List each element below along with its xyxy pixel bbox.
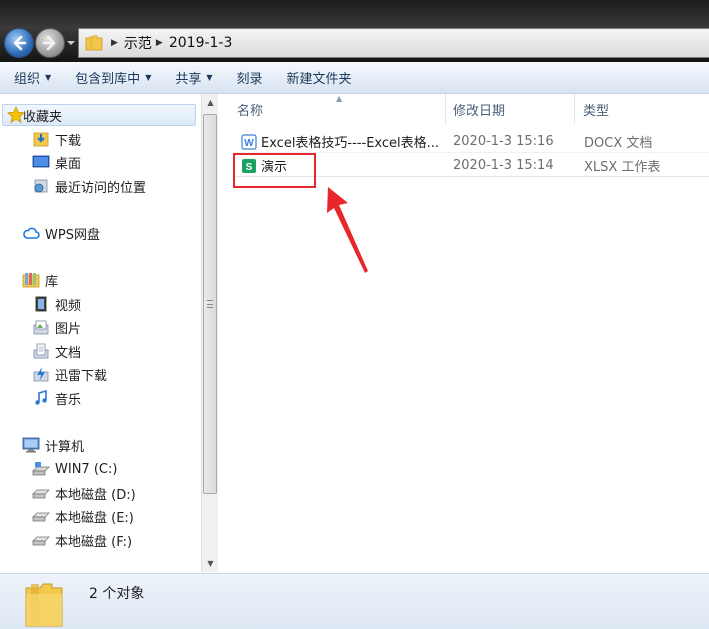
file-date: 2020-1-3 15:14 — [453, 158, 554, 173]
command-toolbar: 组织 ▼ 包含到库中 ▼ 共享 ▼ 刻录 新建文件夹 — [0, 62, 709, 94]
column-header-label: 名称 — [237, 103, 264, 119]
new-folder-label: 新建文件夹 — [286, 72, 352, 87]
nav-item-drive-f[interactable]: 本地磁盘 (F:) — [32, 529, 132, 551]
nav-item-videos[interactable]: 视频 — [32, 293, 81, 315]
nav-label: 下载 — [55, 133, 82, 149]
video-library-icon — [35, 296, 47, 312]
column-header-type[interactable]: 类型 — [577, 94, 709, 124]
cloud-icon — [23, 227, 40, 239]
nav-item-downloads[interactable]: 下载 — [32, 128, 81, 150]
nav-label: 库 — [45, 274, 59, 290]
arrow-right-icon — [42, 35, 56, 51]
nav-item-drive-d[interactable]: 本地磁盘 (D:) — [32, 482, 136, 504]
item-count: 2 个对象 — [89, 586, 145, 602]
nav-item-recent-places[interactable]: 最近访问的位置 — [32, 175, 146, 197]
scroll-up-icon[interactable]: ▲ — [202, 94, 219, 111]
address-bar-area: ▶ 示范 ▶ 2019-1-3 — [0, 0, 709, 62]
nav-item-documents[interactable]: 文档 — [32, 340, 81, 362]
breadcrumb-item-demo[interactable]: 示范 — [124, 33, 152, 53]
hard-drive-icon — [32, 512, 50, 522]
nav-label: 收藏夹 — [23, 109, 63, 125]
scroll-down-icon[interactable]: ▼ — [202, 555, 219, 572]
breadcrumb-item-date[interactable]: 2019-1-3 — [169, 35, 233, 51]
nav-item-computer[interactable]: 计算机 — [22, 434, 84, 456]
burn-label: 刻录 — [236, 72, 263, 87]
file-type: XLSX 工作表 — [584, 160, 661, 175]
organize-label: 组织 — [14, 72, 41, 87]
nav-item-pictures[interactable]: 图片 — [32, 316, 81, 338]
nav-label: 图片 — [55, 321, 82, 337]
nav-item-wps-cloud[interactable]: WPS网盘 — [22, 222, 100, 244]
nav-label: 音乐 — [55, 392, 82, 408]
library-icon — [22, 273, 40, 288]
download-folder-icon — [33, 132, 49, 147]
annotation-highlight-box — [233, 153, 316, 188]
breadcrumb-separator-icon[interactable]: ▶ — [156, 38, 163, 48]
music-library-icon — [35, 389, 47, 405]
folder-icon — [25, 583, 63, 627]
chevron-down-icon: ▼ — [45, 73, 52, 82]
back-button[interactable] — [4, 28, 34, 58]
system-drive-icon — [32, 462, 50, 476]
table-row[interactable]: W Excel表格技巧----Excel表格... 2020-1-3 15:16… — [233, 131, 709, 153]
recent-places-icon — [34, 179, 48, 193]
nav-item-desktop[interactable]: 桌面 — [32, 151, 81, 173]
hard-drive-icon — [32, 489, 50, 499]
documents-library-icon — [33, 343, 49, 359]
include-in-library-button[interactable]: 包含到库中 ▼ — [75, 68, 151, 87]
column-header-name[interactable]: 名称 — [231, 94, 446, 124]
wps-writer-icon: W — [241, 133, 257, 150]
burn-button[interactable]: 刻录 — [237, 68, 263, 87]
column-header-label: 修改日期 — [453, 103, 506, 119]
file-date: 2020-1-3 15:16 — [453, 134, 554, 149]
status-bar: 2 个对象 — [0, 573, 709, 629]
pictures-library-icon — [33, 320, 49, 335]
address-box[interactable]: ▶ 示范 ▶ 2019-1-3 — [78, 28, 709, 58]
nav-item-drive-e[interactable]: 本地磁盘 (E:) — [32, 505, 134, 527]
nav-item-libraries[interactable]: 库 — [22, 269, 58, 291]
nav-item-music[interactable]: 音乐 — [32, 387, 81, 409]
hard-drive-icon — [32, 536, 50, 546]
column-header-label: 类型 — [583, 103, 610, 119]
file-name: Excel表格技巧----Excel表格... — [261, 136, 440, 151]
share-button[interactable]: 共享 ▼ — [175, 68, 212, 87]
forward-button[interactable] — [35, 28, 65, 58]
history-dropdown-icon[interactable] — [66, 38, 76, 48]
breadcrumb-separator-icon[interactable]: ▶ — [111, 38, 118, 48]
nav-scrollbar[interactable]: ▲ ▼ — [201, 94, 218, 572]
nav-label: 本地磁盘 (D:) — [55, 487, 136, 503]
star-icon — [7, 106, 25, 124]
arrow-left-icon — [13, 35, 27, 51]
file-type: DOCX 文档 — [584, 136, 653, 151]
organize-button[interactable]: 组织 ▼ — [14, 68, 51, 87]
computer-icon — [22, 437, 40, 453]
nav-label: WPS网盘 — [45, 227, 100, 243]
chevron-down-icon: ▼ — [206, 73, 213, 82]
nav-label: 本地磁盘 (E:) — [55, 510, 134, 526]
folder-icon — [85, 35, 103, 51]
chevron-down-icon: ▼ — [145, 73, 152, 82]
nav-label: 桌面 — [55, 156, 82, 172]
share-label: 共享 — [175, 72, 202, 87]
svg-text:W: W — [244, 138, 254, 149]
nav-label: 视频 — [55, 298, 82, 314]
scroll-thumb[interactable] — [203, 114, 217, 494]
column-header-date-modified[interactable]: 修改日期 — [447, 94, 575, 124]
scroll-grip-icon — [207, 300, 213, 308]
nav-label: 文档 — [55, 345, 82, 361]
nav-item-drive-c[interactable]: WIN7 (C:) — [32, 458, 117, 480]
thunder-download-icon — [33, 367, 49, 382]
desktop-icon — [32, 155, 50, 168]
include-in-library-label: 包含到库中 — [75, 72, 141, 87]
nav-item-thunder-downloads[interactable]: 迅雷下载 — [32, 363, 107, 385]
nav-label: 本地磁盘 (F:) — [55, 534, 133, 550]
annotation-arrow-icon — [327, 187, 368, 273]
nav-label: 最近访问的位置 — [55, 180, 147, 196]
nav-item-favorites[interactable]: 收藏夹 — [2, 104, 196, 126]
navigation-pane: 收藏夹 下载 桌面 最近访问的位置 WPS网盘 库 视频 图片 文档 迅雷下载 … — [0, 94, 201, 572]
new-folder-button[interactable]: 新建文件夹 — [287, 68, 352, 87]
nav-label: WIN7 (C:) — [55, 461, 118, 477]
nav-label: 计算机 — [45, 439, 85, 455]
nav-label: 迅雷下载 — [55, 368, 108, 384]
